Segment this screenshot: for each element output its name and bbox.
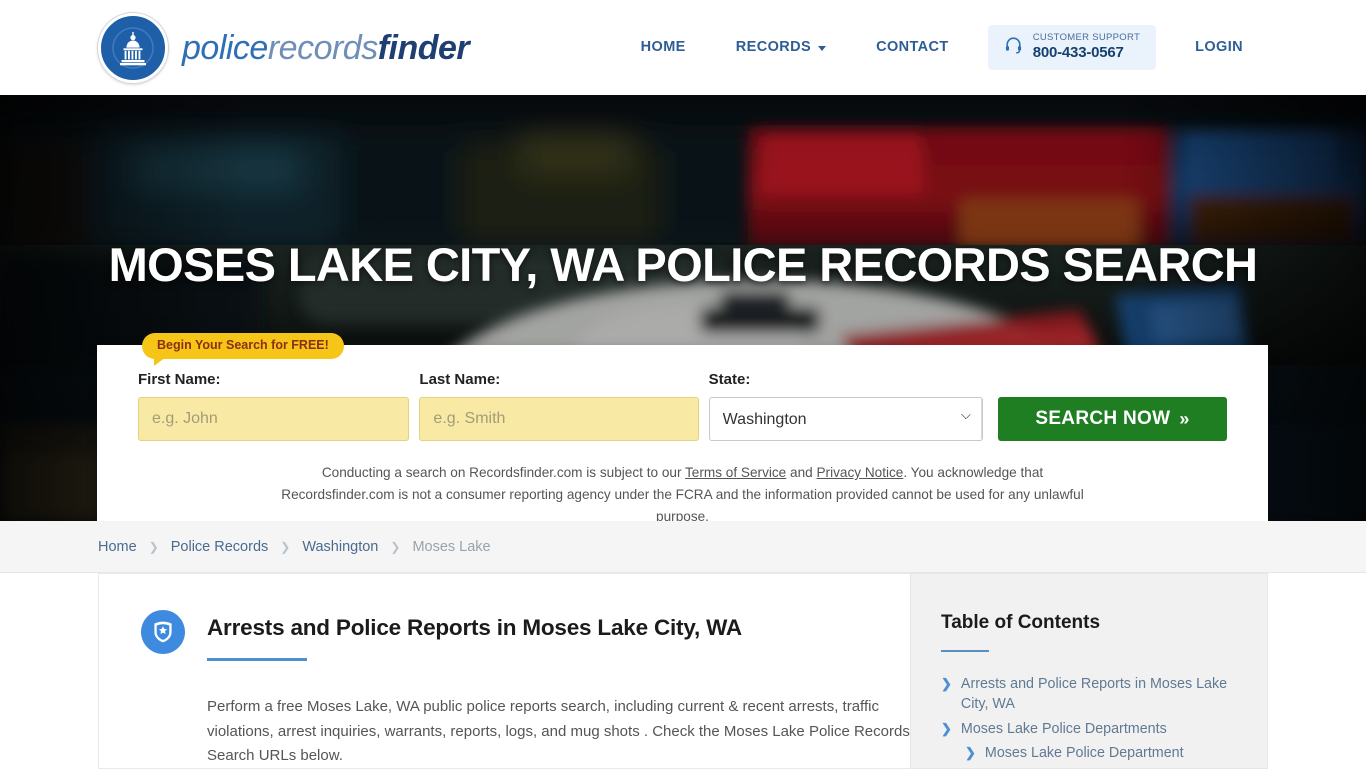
chevron-right-icon: ❯ (965, 744, 976, 760)
toc-item-label[interactable]: Moses Lake Police Departments (961, 719, 1167, 739)
toc-underline (941, 650, 989, 652)
disclaimer-text-1: Conducting a search on Recordsfinder.com… (321, 465, 686, 480)
customer-support-button[interactable]: CUSTOMER SUPPORT 800-433-0567 (987, 25, 1157, 70)
chevron-right-icon: ❯ (941, 676, 952, 691)
main-content: Arrests and Police Reports in Moses Lake… (0, 573, 1366, 769)
chevron-down-icon (818, 45, 827, 51)
legal-disclaimer: Conducting a search on Recordsfinder.com… (273, 462, 1093, 521)
chevron-right-icon: ❯ (941, 720, 952, 736)
support-phone: 800-433-0567 (1032, 44, 1124, 62)
nav-item-home-label: HOME (640, 39, 686, 56)
privacy-notice-link[interactable]: Privacy Notice (816, 465, 903, 480)
article-card: Arrests and Police Reports in Moses Lake… (98, 573, 910, 769)
search-form-card: Begin Your Search for FREE! First Name: … (97, 333, 1268, 521)
brand-part-1: police (182, 28, 268, 67)
breadcrumb-item-home[interactable]: Home (98, 539, 137, 555)
toc-item-police-departments[interactable]: ❯ Moses Lake Police Departments (941, 719, 1237, 739)
breadcrumb-item-police-records[interactable]: Police Records (171, 539, 269, 555)
nav-item-login[interactable]: LOGIN (1170, 39, 1268, 55)
section-header: Arrests and Police Reports in Moses Lake… (141, 610, 910, 662)
breadcrumb: Home ❯ Police Records ❯ Washington ❯ Mos… (98, 539, 491, 555)
nav-item-login-label: LOGIN (1195, 39, 1243, 56)
last-name-input[interactable] (419, 397, 699, 441)
breadcrumb-item-moses-lake: Moses Lake (412, 538, 491, 555)
site-header: policerecordsfinder HOME RECORDS CONTACT… (0, 0, 1366, 95)
nav-item-home[interactable]: HOME (616, 39, 711, 55)
toc-item-police-department[interactable]: ❯ Moses Lake Police Department (965, 743, 1237, 763)
page-title: MOSES LAKE CITY, WA POLICE RECORDS SEARC… (108, 238, 1258, 291)
section-title: Arrests and Police Reports in Moses Lake… (207, 615, 742, 640)
section-title-block: Arrests and Police Reports in Moses Lake… (207, 614, 742, 662)
toc-list: ❯ Arrests and Police Reports in Moses La… (941, 674, 1237, 763)
free-search-badge: Begin Your Search for FREE! (142, 333, 344, 365)
terms-of-service-link[interactable]: Terms of Service (685, 465, 786, 480)
primary-nav: HOME RECORDS CONTACT CUSTOMER SUPPORT 80… (616, 25, 1268, 70)
nav-item-records-label: RECORDS (735, 39, 812, 56)
first-name-label: First Name: (138, 371, 221, 388)
support-text: CUSTOMER SUPPORT 800-433-0567 (1032, 32, 1141, 62)
brand-logo[interactable]: policerecordsfinder (98, 12, 470, 83)
breadcrumb-bar: Home ❯ Police Records ❯ Washington ❯ Mos… (0, 521, 1366, 573)
brand-part-2: records (267, 28, 378, 67)
last-name-group: Last Name: (419, 371, 699, 441)
toc-item-label[interactable]: Arrests and Police Reports in Moses Lake… (961, 674, 1237, 715)
toc-item-arrests-and-police-reports[interactable]: ❯ Arrests and Police Reports in Moses La… (941, 674, 1237, 715)
chevron-right-icon: ❯ (390, 539, 401, 554)
chevron-right-icon: ❯ (280, 539, 291, 554)
headset-icon (1004, 35, 1023, 59)
state-select[interactable]: WashingtonAlabamaAlaskaArizonaCalifornia… (708, 397, 983, 441)
state-label: State: (708, 371, 751, 388)
support-label: CUSTOMER SUPPORT (1032, 32, 1141, 44)
first-name-group: First Name: (138, 371, 410, 441)
breadcrumb-item-washington[interactable]: Washington (302, 539, 378, 555)
toc-title: Table of Contents (941, 612, 1101, 633)
search-now-button[interactable]: SEARCH NOW » (998, 397, 1227, 441)
first-name-input[interactable] (138, 397, 410, 441)
toc-item-label[interactable]: Moses Lake Police Department (985, 743, 1184, 763)
brand-part-3: finder (377, 28, 470, 67)
brand-wordmark: policerecordsfinder (182, 28, 470, 67)
nav-item-records[interactable]: RECORDS (711, 39, 851, 55)
double-chevron-right-icon: » (1179, 408, 1190, 429)
intro-paragraph: Perform a free Moses Lake, WA public pol… (207, 698, 910, 764)
search-now-label: SEARCH NOW (1035, 408, 1171, 429)
last-name-label: Last Name: (419, 371, 501, 388)
nav-item-contact-label: CONTACT (876, 39, 949, 56)
disclaimer-and: and (786, 465, 817, 480)
chevron-right-icon: ❯ (148, 539, 159, 554)
nav-item-contact[interactable]: CONTACT (851, 39, 974, 55)
state-select-wrap: WashingtonAlabamaAlaskaArizonaCalifornia… (708, 397, 983, 441)
police-badge-icon (141, 610, 185, 654)
title-underline (207, 658, 307, 662)
search-form-row: First Name: Last Name: State: Washington… (138, 371, 1227, 441)
hero-section: MOSES LAKE CITY, WA POLICE RECORDS SEARC… (0, 95, 1366, 521)
table-of-contents: Table of Contents ❯ Arrests and Police R… (910, 573, 1268, 769)
state-group: State: WashingtonAlabamaAlaskaArizonaCal… (708, 371, 983, 441)
capitol-dome-icon (98, 12, 168, 83)
